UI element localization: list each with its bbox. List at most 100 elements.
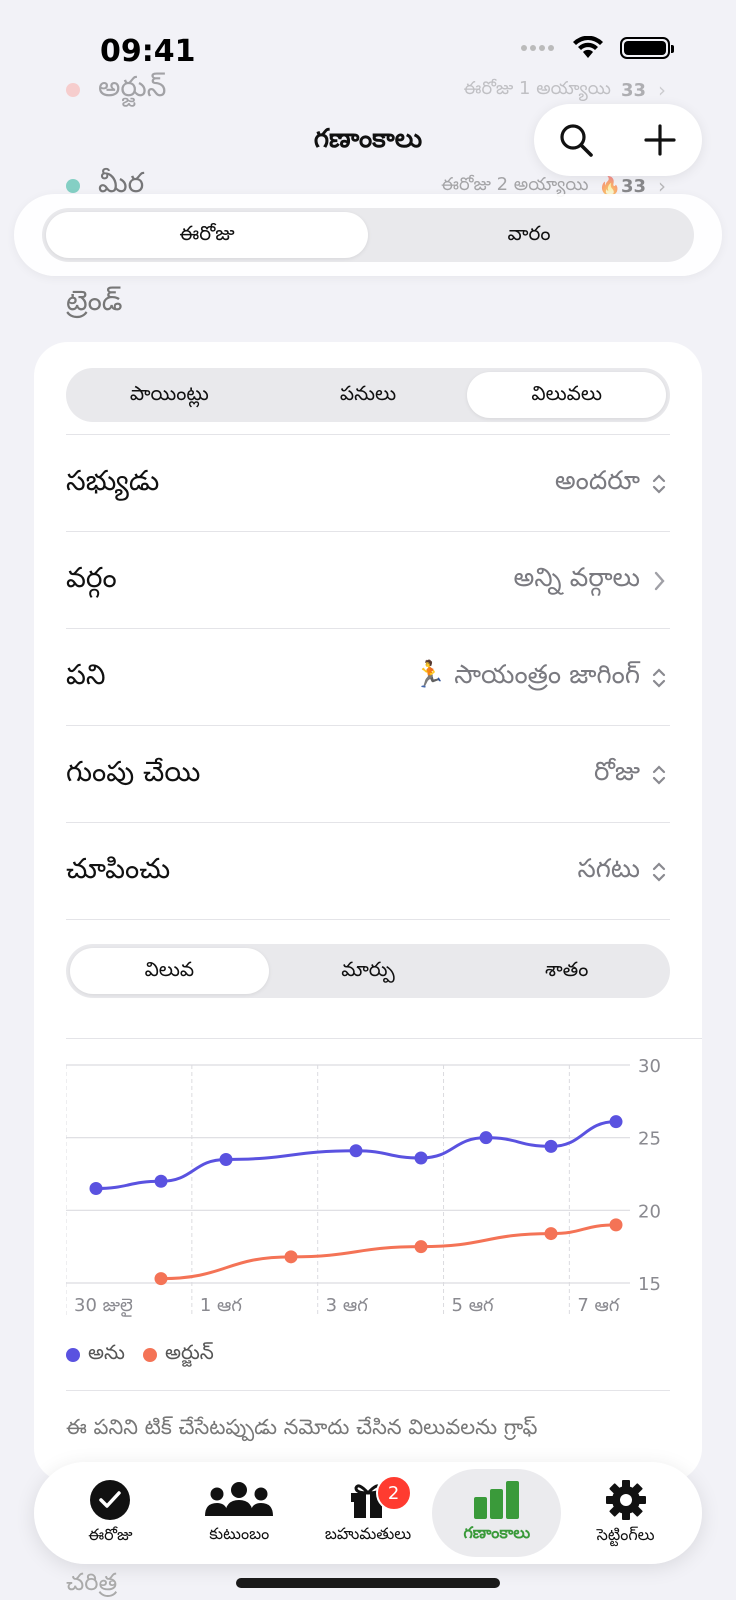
data-point	[154, 1174, 168, 1188]
legend-swatch	[142, 1347, 157, 1362]
data-point	[284, 1250, 298, 1264]
line-chart: 30 25 20 15 30 జులై 1 ఆగ 3 ఆగ 5 ఆగ 7 ఆగ	[65, 1038, 702, 1388]
x-tick-label: 1 ఆగ	[200, 1295, 243, 1316]
x-tick-label: 3 ఆగ	[326, 1295, 369, 1316]
data-point	[479, 1131, 493, 1145]
legend-swatch	[66, 1347, 80, 1362]
row-value: అన్ని వర్గాలు	[513, 562, 640, 593]
member-name: అర్జున్	[98, 70, 167, 103]
row-value: రోజు	[593, 756, 640, 787]
search-button[interactable]	[548, 112, 604, 168]
y-tick-label: 15	[638, 1274, 661, 1295]
tabbar-item-today[interactable]: ఈరోజు	[46, 1469, 175, 1557]
chart-legend: అను అర్జున్	[66, 1340, 214, 1369]
tabbar-item-stats[interactable]: గణాంకాలు	[432, 1469, 562, 1557]
checkmark-circle-icon	[90, 1479, 131, 1520]
legend-item: అను	[66, 1340, 125, 1369]
chevron-right-icon	[648, 569, 670, 593]
legend-item: అర్జున్	[142, 1340, 214, 1369]
history-section-title: చరిత్ర	[66, 1568, 118, 1596]
x-tick-label: 30 జులై	[74, 1295, 133, 1317]
divider	[66, 919, 670, 920]
bar-chart-icon	[473, 1480, 519, 1519]
member-picker[interactable]: సభ్యుడు అందరూ	[66, 434, 670, 532]
legend-label: అను	[88, 1340, 125, 1364]
row-value: అందరూ	[554, 465, 640, 496]
plus-icon	[644, 124, 676, 156]
row-label: సభ్యుడు	[66, 463, 160, 497]
tab-label: బహుమతులు	[324, 1523, 412, 1543]
data-point	[414, 1151, 428, 1165]
chevron-right-icon: ›	[658, 78, 666, 102]
tab-label: సెట్టింగ్‌లు	[596, 1524, 655, 1544]
tab-label: కుటుంబం	[209, 1523, 270, 1543]
notification-badge: 2	[375, 1475, 412, 1511]
wifi-icon	[573, 36, 603, 58]
row-value: సగటు	[577, 853, 640, 884]
chart-svg: 30 25 20 15 30 జులై 1 ఆగ 3 ఆగ 5 ఆగ 7 ఆగ	[65, 1056, 661, 1317]
chart-note: ఈ పనిని టిక్ చేసేటప్పుడు నమోదు చేసిన విల…	[66, 1390, 670, 1445]
x-tick-label: 7 ఆగ	[577, 1295, 620, 1316]
member-status: ఈరోజు 1 అయ్యాయి	[463, 77, 611, 99]
add-button[interactable]	[632, 112, 688, 168]
row-label: గుంపు చేయి	[66, 754, 201, 788]
data-point	[609, 1218, 623, 1232]
y-tick-label: 25	[638, 1129, 661, 1150]
data-point	[349, 1144, 363, 1158]
row-label: పని	[66, 657, 106, 691]
data-point	[89, 1182, 103, 1196]
data-point	[544, 1139, 558, 1153]
tab-values[interactable]: విలువలు	[467, 372, 667, 418]
chevron-up-down-icon	[648, 666, 670, 690]
group-by-picker[interactable]: గుంపు చేయి రోజు	[66, 725, 670, 823]
tab-value[interactable]: విలువ	[70, 948, 269, 994]
tab-percent[interactable]: శాతం	[467, 948, 666, 994]
metric-selector: పాయింట్లు పనులు విలువలు	[66, 368, 670, 422]
header-actions	[534, 104, 702, 176]
people-icon	[205, 1481, 274, 1516]
tab-week[interactable]: వారం	[368, 212, 690, 258]
x-tick-label: 5 ఆగ	[452, 1295, 495, 1316]
y-tick-label: 20	[638, 1201, 661, 1222]
data-point	[544, 1227, 558, 1241]
row-label: వర్గం	[66, 560, 117, 594]
trend-card: పాయింట్లు పనులు విలువలు సభ్యుడు అందరూ వర…	[34, 342, 702, 1482]
tab-label: ఈరోజు	[88, 1524, 133, 1544]
status-time: 09:41	[100, 34, 196, 69]
category-picker[interactable]: వర్గం అన్ని వర్గాలు	[66, 531, 670, 629]
tab-tasks[interactable]: పనులు	[269, 372, 468, 418]
tab-label: గణాంకాలు	[463, 1522, 531, 1542]
member-color-dot	[66, 83, 80, 97]
task-picker[interactable]: పని 🏃 సాయంత్రం జాగింగ్	[66, 628, 670, 726]
member-color-dot	[66, 179, 80, 193]
data-point	[414, 1240, 428, 1254]
mode-selector: విలువ మార్పు శాతం	[66, 944, 670, 998]
gear-icon	[605, 1479, 646, 1520]
tab-bar: ఈరోజు కుటుంబం 2 బహుమతులు గణాంకాలు సెట్టి…	[34, 1462, 702, 1564]
status-icons	[520, 36, 674, 60]
row-label: చూపించు	[66, 851, 171, 885]
section-title: ట్రెండ్	[66, 284, 123, 317]
tab-today[interactable]: ఈరోజు	[46, 212, 368, 258]
data-point	[219, 1152, 233, 1166]
show-picker[interactable]: చూపించు సగటు	[66, 822, 670, 920]
chevron-up-down-icon	[648, 860, 670, 884]
y-tick-label: 30	[638, 1056, 661, 1077]
legend-label: అర్జున్	[164, 1340, 214, 1364]
battery-icon	[620, 37, 674, 59]
tabbar-item-rewards[interactable]: 2 బహుమతులు	[304, 1469, 433, 1557]
tab-change[interactable]: మార్పు	[269, 948, 468, 994]
search-icon	[560, 124, 593, 157]
row-value: 🏃 సాయంత్రం జాగింగ్	[413, 659, 640, 690]
chevron-up-down-icon	[648, 472, 670, 496]
streak-count: 33	[620, 79, 646, 101]
tabbar-item-settings[interactable]: సెట్టింగ్‌లు	[561, 1469, 690, 1557]
data-point	[609, 1115, 623, 1129]
period-selector: ఈరోజు వారం	[14, 194, 722, 276]
data-point	[154, 1272, 168, 1286]
home-indicator	[236, 1578, 500, 1588]
tab-points[interactable]: పాయింట్లు	[70, 372, 269, 418]
tabbar-item-family[interactable]: కుటుంబం	[175, 1469, 304, 1557]
cellular-icon	[521, 45, 554, 51]
chevron-up-down-icon	[648, 763, 670, 787]
